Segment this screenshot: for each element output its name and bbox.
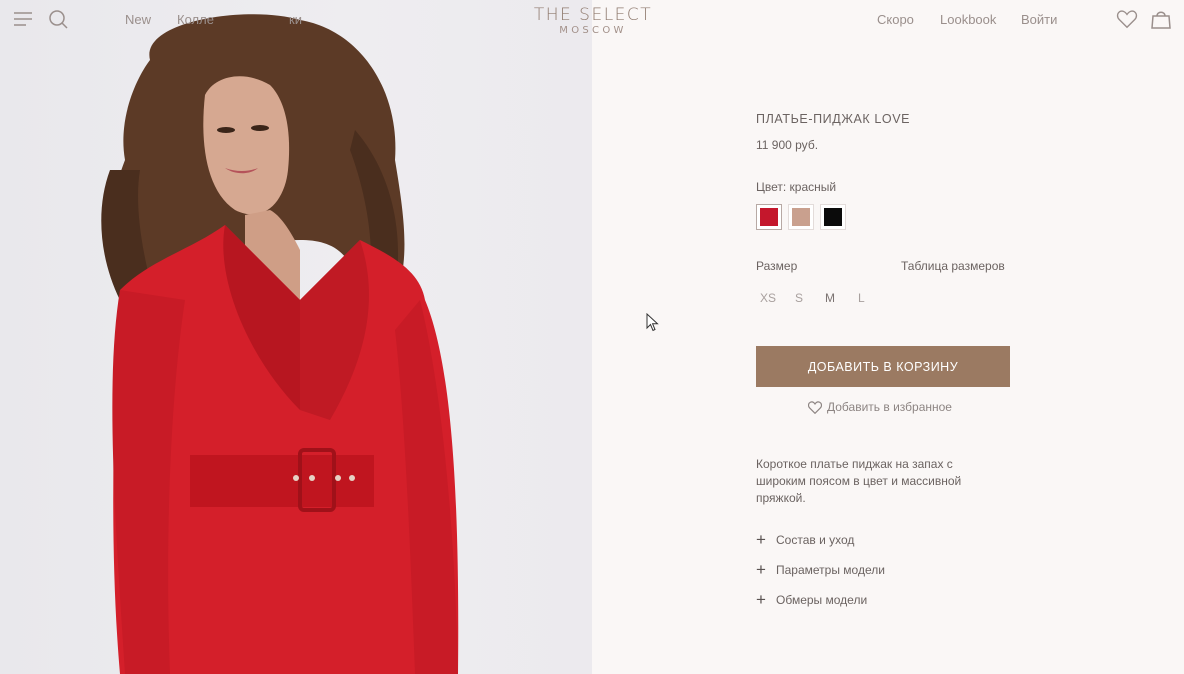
nav-new[interactable]: New <box>125 12 151 27</box>
swatch-red[interactable] <box>756 204 782 230</box>
accordion-composition[interactable]: + Состав и уход <box>756 530 855 549</box>
size-option-s[interactable]: S <box>795 291 803 305</box>
site-logo[interactable]: THE SELECT MOSCOW <box>528 6 658 37</box>
menu-icon[interactable] <box>12 8 34 30</box>
size-table-link[interactable]: Таблица размеров <box>901 259 1005 273</box>
nav-lookbook[interactable]: Lookbook <box>940 12 996 27</box>
product-details: ПЛАТЬЕ-ПИДЖАК LOVE 11 900 руб. Цвет: кра… <box>592 0 1184 674</box>
plus-icon: + <box>756 590 766 609</box>
nav-collections[interactable]: Колле <box>177 12 214 27</box>
add-to-favorites-label: Добавить в избранное <box>827 400 952 414</box>
search-icon[interactable] <box>47 8 69 30</box>
accordion-label: Состав и уход <box>776 533 855 547</box>
wishlist-heart-icon[interactable] <box>1116 8 1138 30</box>
accordion-model-params[interactable]: + Параметры модели <box>756 560 885 579</box>
size-option-m[interactable]: M <box>825 291 835 305</box>
product-title: ПЛАТЬЕ-ПИДЖАК LOVE <box>756 112 911 126</box>
add-to-favorites-link[interactable]: Добавить в избранное <box>808 400 952 414</box>
size-option-l[interactable]: L <box>858 291 865 305</box>
color-label: Цвет: красный <box>756 180 837 194</box>
swatch-beige[interactable] <box>788 204 814 230</box>
product-photo <box>0 0 592 674</box>
cart-bag-icon[interactable] <box>1150 8 1172 30</box>
accordion-label: Обмеры модели <box>776 593 868 607</box>
nav-login[interactable]: Войти <box>1021 12 1057 27</box>
plus-icon: + <box>756 530 766 549</box>
nav-soon[interactable]: Скоро <box>877 12 914 27</box>
logo-text: THE SELECT <box>533 5 653 25</box>
size-label: Размер <box>756 259 798 273</box>
swatch-black[interactable] <box>820 204 846 230</box>
logo-subtext: MOSCOW <box>559 25 627 36</box>
nav-other[interactable]: ки <box>289 12 302 27</box>
product-description: Короткое платье пиджак на запах с широки… <box>756 457 962 505</box>
model-illustration <box>101 14 459 674</box>
product-price: 11 900 руб. <box>756 138 819 152</box>
add-to-cart-button[interactable]: ДОБАВИТЬ В КОРЗИНУ <box>756 346 1010 387</box>
site-header: New Колле ки THE SELECT MOSCOW Скоро Loo… <box>0 0 1184 40</box>
accordion-model-measurements[interactable]: + Обмеры модели <box>756 590 868 609</box>
mouse-cursor-icon <box>646 313 659 332</box>
plus-icon: + <box>756 560 766 579</box>
size-option-xs[interactable]: XS <box>760 291 776 305</box>
heart-icon <box>808 400 822 414</box>
accordion-label: Параметры модели <box>776 563 885 577</box>
